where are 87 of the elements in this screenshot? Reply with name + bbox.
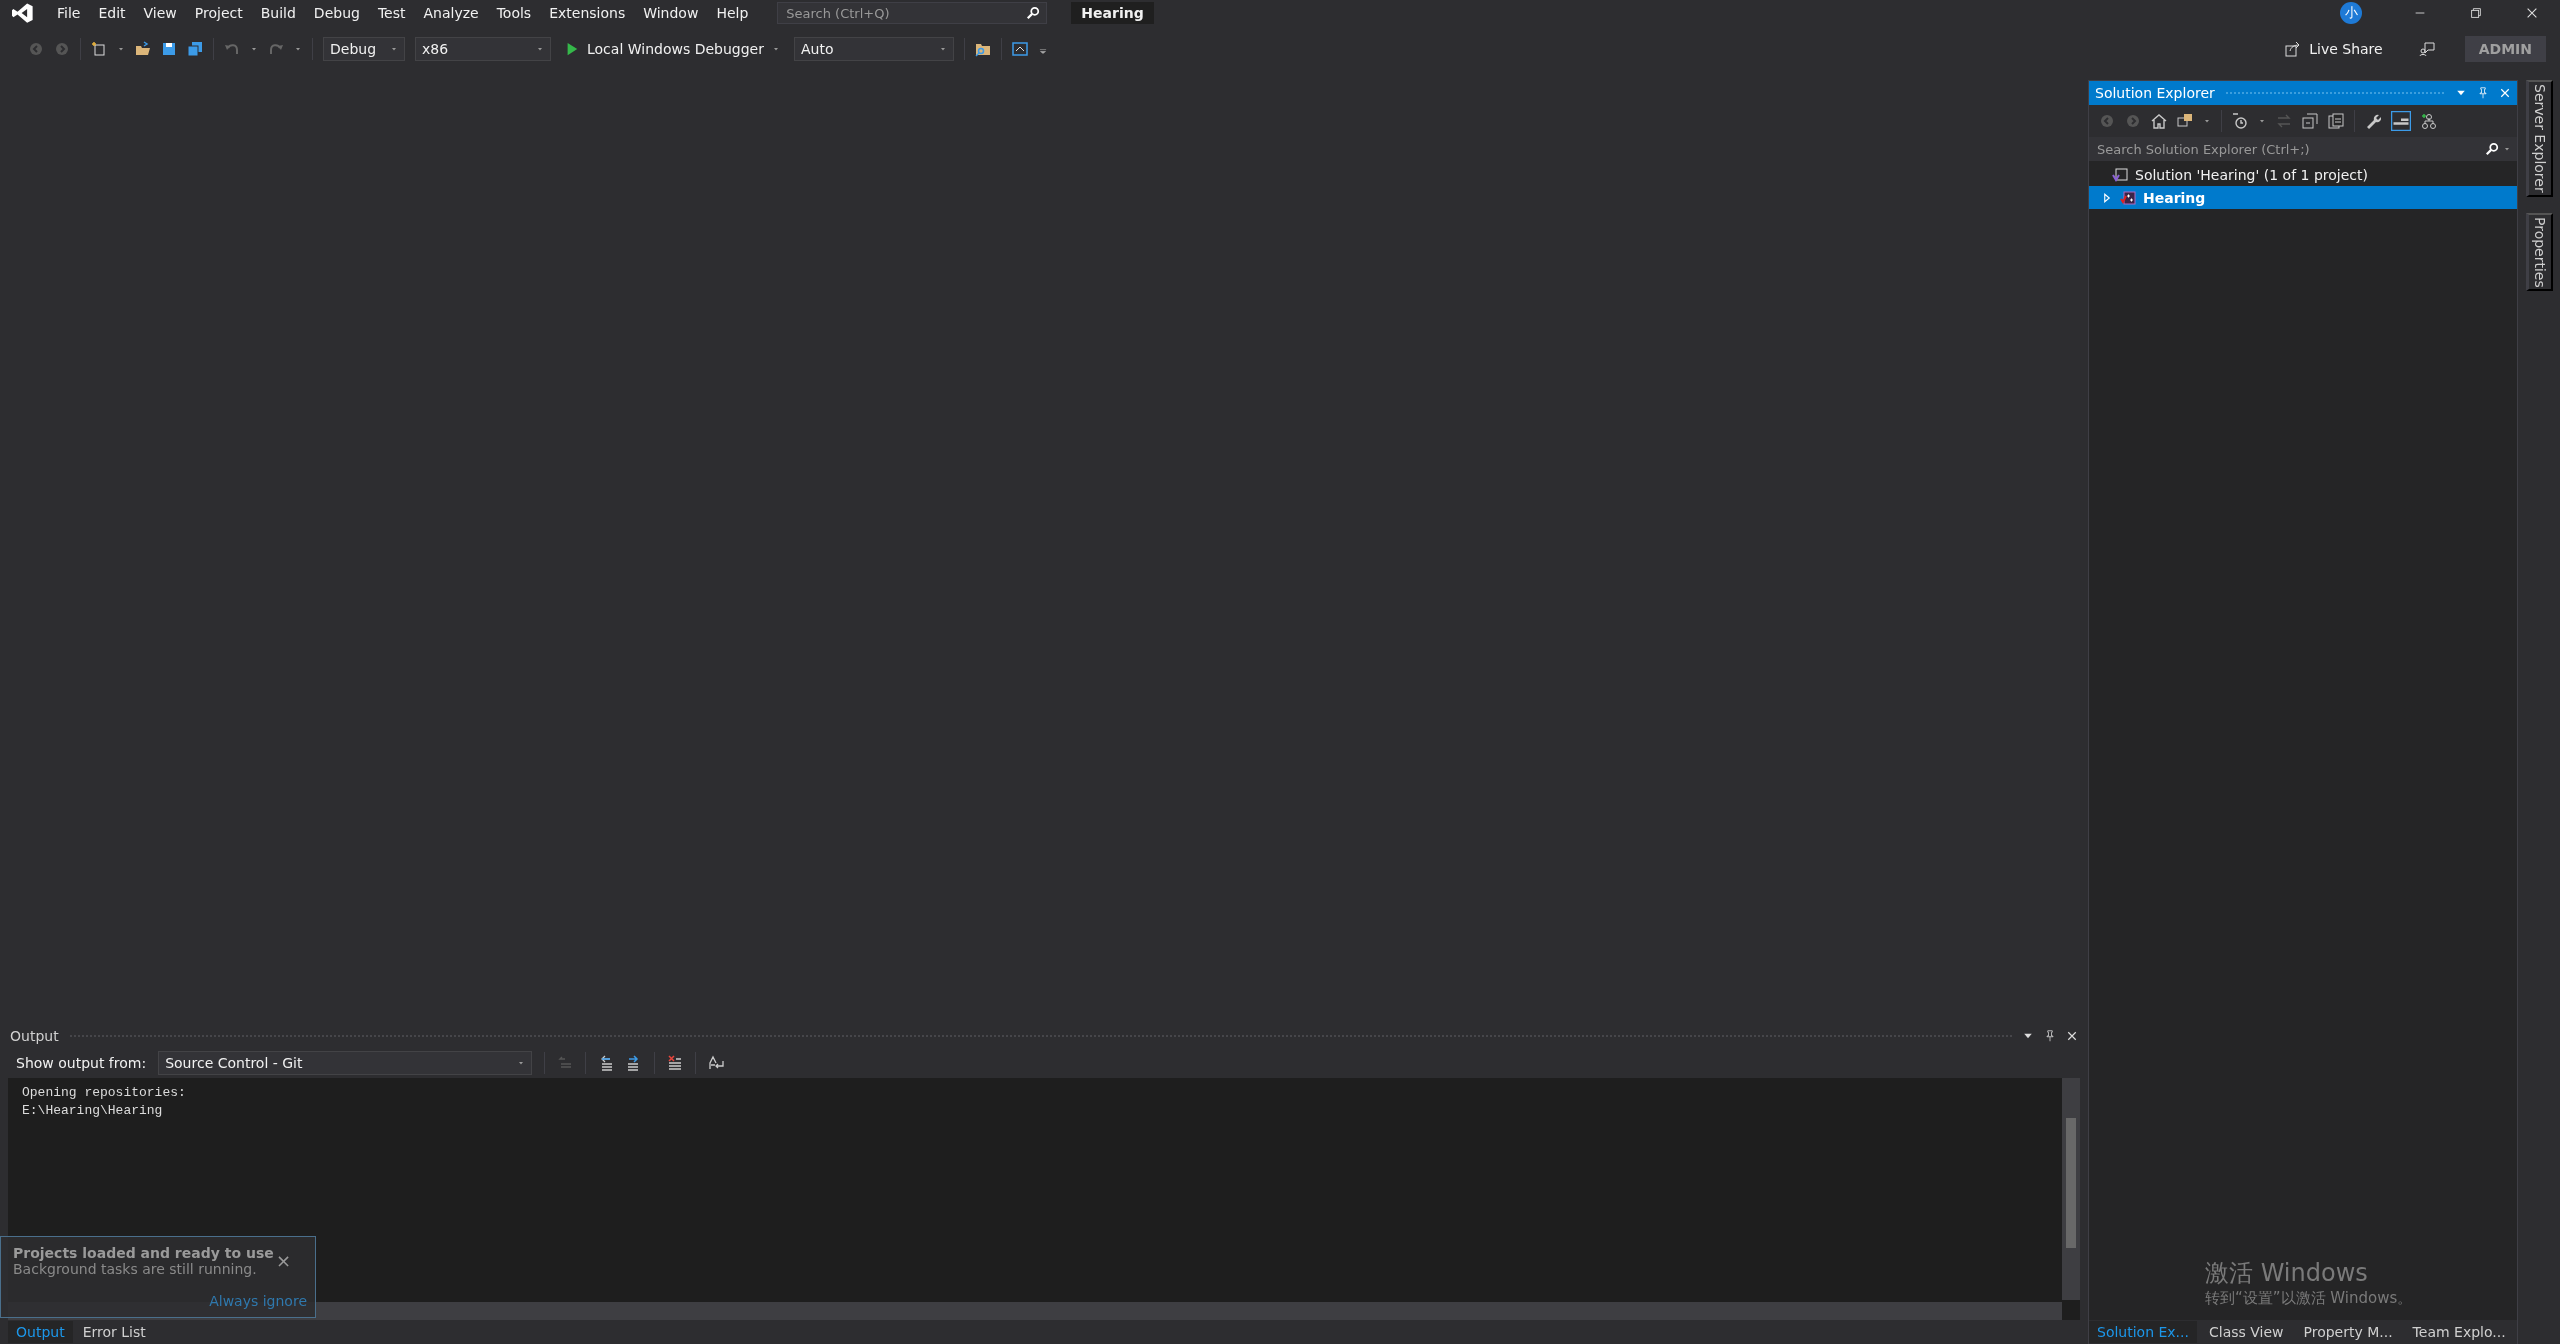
tree-item-label: Hearing [2143,189,2206,206]
output-source-dropdown[interactable]: Source Control - Git [158,1051,533,1075]
browser-window-icon[interactable] [1012,41,1028,57]
panel-tab[interactable]: Property M... [2295,1321,2401,1343]
collapse-all-icon[interactable] [2302,113,2318,129]
menu-item[interactable]: View [134,2,186,24]
save-all-icon[interactable] [187,41,203,57]
target-dropdown[interactable]: Auto [794,37,954,61]
menu-item[interactable]: Analyze [414,2,488,24]
tree-item[interactable]: Hearing [2089,186,2517,209]
project-icon [2119,189,2137,206]
live-share-button[interactable]: Live Share [2285,41,2383,57]
configuration-dropdown[interactable]: Debug [323,37,405,61]
caret-icon[interactable] [939,45,947,53]
caret-icon[interactable] [390,45,398,53]
app-logo-icon [12,2,34,24]
caret-icon[interactable] [536,45,544,53]
tree-item[interactable]: Solution 'Hearing' (1 of 1 project) [2089,163,2517,186]
class-diagram-icon[interactable] [2421,113,2437,129]
activation-title: 激活 Windows [2205,1258,2369,1289]
close-icon[interactable] [2066,1030,2078,1042]
caret-icon[interactable] [2258,117,2266,125]
search-icon[interactable] [1026,6,1041,20]
solution-icon [2111,166,2129,183]
show-all-files-icon[interactable] [2328,113,2344,129]
solution-name: Hearing [1071,2,1154,24]
expand-arrow-icon[interactable] [2101,191,2113,204]
vertical-scrollbar[interactable] [2062,1078,2080,1300]
share-icon [2285,41,2302,57]
caret-icon[interactable] [294,45,302,53]
new-project-icon[interactable] [91,41,107,57]
menu-item[interactable]: Build [251,2,305,24]
tree-item-label: Solution 'Hearing' (1 of 1 project) [2135,166,2368,183]
output-text: Opening repositories: E:\Hearing\Hearing [21,1084,187,1120]
account-button[interactable]: ADMIN [2464,36,2546,62]
side-tab[interactable]: Properties [2525,212,2553,292]
panel-tab[interactable]: Solution Ex... [2089,1321,2197,1343]
panel-title: Solution Explorer [2095,85,2215,101]
menu-item[interactable]: Extensions [540,2,635,24]
folder-search-icon[interactable] [975,41,991,57]
search-field[interactable]: Search Solution Explorer (Ctrl+;) [2089,137,2517,161]
activation-message: 转到“设置”以激活 Windows。 [2205,1289,2413,1308]
notification-message: Background tasks are still running. [13,1261,257,1277]
wrench-icon[interactable] [2365,113,2381,129]
history-icon[interactable] [2232,113,2248,129]
pin-icon[interactable] [2477,87,2489,99]
panel-tab[interactable]: Error List [74,1321,154,1343]
feedback-icon[interactable] [2418,41,2435,57]
side-tab[interactable]: Server Explorer [2525,80,2553,197]
word-wrap-icon[interactable] [708,1055,725,1071]
caret-icon[interactable] [517,1059,526,1067]
caret-icon[interactable] [772,45,780,53]
panel-tab[interactable]: Output [8,1321,73,1343]
menu-item[interactable]: Project [185,2,252,24]
preview-icon[interactable] [2391,111,2411,131]
platform-dropdown[interactable]: x86 [415,37,551,61]
menu-item[interactable]: Help [707,2,758,24]
account-avatar[interactable]: 小 [2340,2,2362,24]
caret-icon[interactable] [2503,145,2511,153]
search-field[interactable]: Search Solution Explorer (Ctrl+;) [2095,140,2481,158]
menu-item[interactable]: Tools [487,2,541,24]
search-icon[interactable] [2485,142,2499,156]
start-debugger-button[interactable]: Local Windows Debugger [561,39,784,59]
panel-tab[interactable]: Team Explo... [2404,1321,2514,1343]
panel-title: Output [10,1028,59,1044]
menu-item[interactable]: Debug [304,2,369,24]
pin-icon[interactable] [2044,1030,2056,1042]
play-icon [565,42,579,56]
caret-icon[interactable] [250,45,258,53]
switch-views-icon[interactable] [2177,113,2193,129]
menu-item[interactable]: File [48,2,90,24]
restore-icon[interactable] [2469,6,2483,20]
caret-icon[interactable] [2203,117,2211,125]
menu-item[interactable]: Test [368,2,415,24]
menu-item[interactable]: Edit [89,2,135,24]
caret-icon[interactable] [117,45,125,53]
panel-tab[interactable]: Class View [2200,1321,2292,1343]
open-folder-icon[interactable] [135,41,151,57]
notification-title: Projects loaded and ready to use [13,1245,274,1261]
menu-item[interactable]: Window [634,2,708,24]
home-icon[interactable] [2151,113,2167,129]
output-source-label: Show output from: [16,1055,147,1071]
redo-icon[interactable] [268,41,284,57]
clear-all-icon[interactable] [667,1055,684,1071]
close-icon[interactable] [2525,6,2539,20]
save-icon[interactable] [161,41,177,57]
undo-icon[interactable] [224,41,240,57]
